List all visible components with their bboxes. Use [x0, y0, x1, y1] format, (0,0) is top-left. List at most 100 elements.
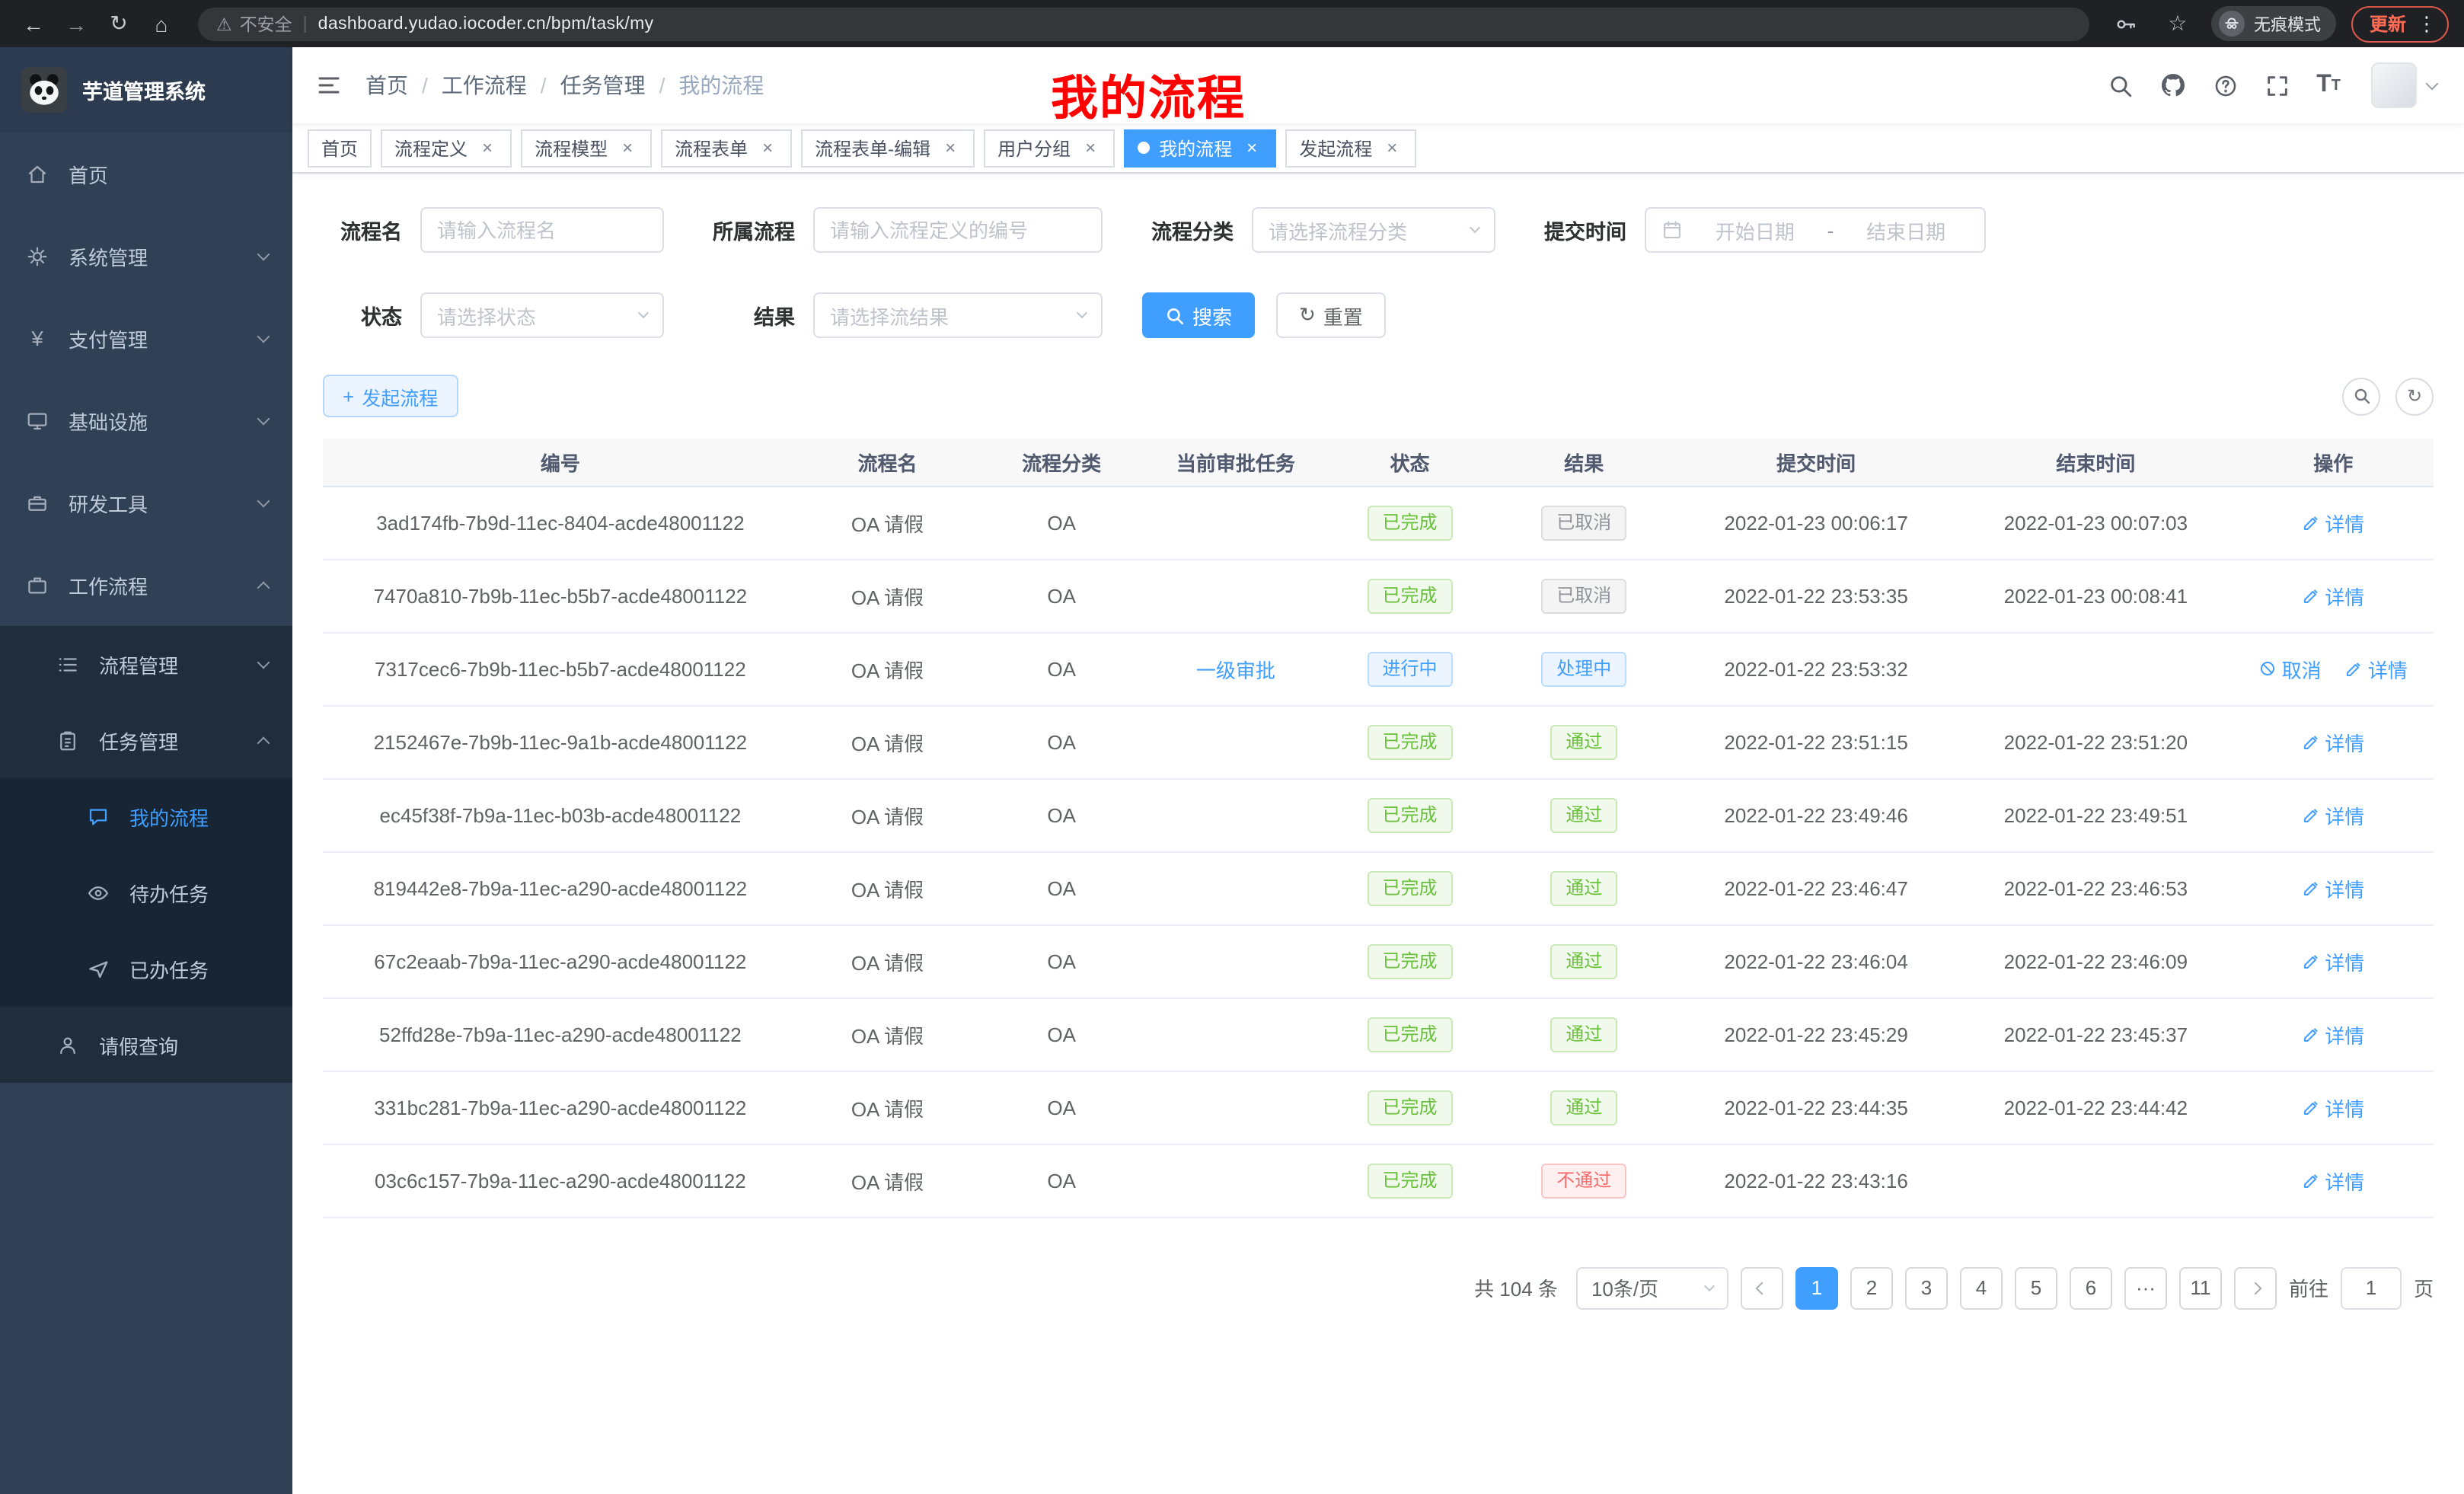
result-select[interactable]: 请选择流结果 [813, 292, 1103, 338]
tab-my-process[interactable]: 我的流程× [1124, 129, 1276, 167]
hamburger-icon[interactable] [292, 47, 365, 123]
tab-process-model[interactable]: 流程模型× [521, 129, 652, 167]
page-button-6[interactable]: 6 [2070, 1266, 2112, 1309]
security-status[interactable]: ⚠ 不安全 [216, 11, 292, 36]
password-key-icon[interactable] [2108, 5, 2144, 42]
address-bar[interactable]: ⚠ 不安全 | dashboard.yudao.iocoder.cn/bpm/t… [198, 7, 2089, 40]
cell-actions: 取消 详情 [2233, 632, 2434, 705]
font-size-icon[interactable]: TT [2316, 72, 2341, 99]
avatar[interactable] [2371, 62, 2417, 108]
detail-link[interactable]: 详情 [2302, 508, 2364, 537]
update-button[interactable]: 更新 ⋮ [2351, 5, 2449, 42]
search-button[interactable]: 搜索 [1142, 292, 1255, 338]
browser-menu-icon[interactable]: ⋮ [2417, 11, 2437, 36]
tab-process-form-edit[interactable]: 流程表单-编辑× [801, 129, 975, 167]
sidebar-item-system[interactable]: 系统管理 [0, 215, 292, 297]
detail-link[interactable]: 详情 [2302, 727, 2364, 756]
close-icon[interactable]: × [1241, 137, 1262, 158]
category-select[interactable]: 请选择流程分类 [1252, 207, 1495, 253]
cell-result: 通过 [1494, 851, 1674, 924]
breadcrumb-current: 我的流程 [678, 70, 764, 101]
app-logo[interactable]: 芋道管理系统 [0, 47, 292, 132]
page-button-3[interactable]: 3 [1905, 1266, 1948, 1309]
sidebar-item-done-tasks[interactable]: 已办任务 [0, 931, 292, 1007]
detail-link[interactable]: 详情 [2302, 581, 2364, 610]
table-row: 67c2eaab-7b9a-11ec-a290-acde48001122 OA … [323, 924, 2434, 998]
detail-link[interactable]: 详情 [2302, 1093, 2364, 1122]
sidebar-item-dev-tools[interactable]: 研发工具 [0, 461, 292, 544]
page-button-11[interactable]: 11 [2179, 1266, 2222, 1309]
tab-start-process[interactable]: 发起流程× [1285, 129, 1416, 167]
breadcrumb-item[interactable]: 任务管理 [560, 70, 646, 101]
result-badge: 处理中 [1541, 651, 1626, 686]
back-button[interactable]: ← [15, 5, 52, 42]
forward-button[interactable]: → [58, 5, 94, 42]
reset-button[interactable]: ↻ 重置 [1276, 292, 1386, 338]
cell-end-time: 2022-01-22 23:46:53 [1958, 851, 2233, 924]
sidebar-item-workflow[interactable]: 工作流程 [0, 544, 292, 626]
cell-current-task [1146, 851, 1326, 924]
detail-link[interactable]: 详情 [2345, 654, 2408, 683]
start-process-button[interactable]: + 发起流程 [323, 375, 458, 417]
help-icon[interactable] [2213, 72, 2239, 98]
close-icon[interactable]: × [757, 137, 778, 158]
cell-actions: 取消 详情 [2233, 924, 2434, 998]
cell-result: 通过 [1494, 998, 1674, 1071]
next-page-button[interactable] [2234, 1266, 2277, 1309]
home-button[interactable]: ⌂ [143, 5, 180, 42]
page-ellipsis-button[interactable]: ··· [2124, 1266, 2167, 1309]
goto-page-input[interactable] [2341, 1266, 2402, 1309]
page-size-select[interactable]: 10条/页 [1576, 1266, 1728, 1309]
detail-link[interactable]: 详情 [2302, 1166, 2364, 1195]
cell-category: OA [977, 1144, 1146, 1217]
page-button-5[interactable]: 5 [2015, 1266, 2057, 1309]
tab-process-form[interactable]: 流程表单× [661, 129, 792, 167]
tab-process-definition[interactable]: 流程定义× [381, 129, 512, 167]
cancel-link[interactable]: 取消 [2259, 654, 2322, 683]
search-icon[interactable] [2108, 72, 2134, 98]
task-link[interactable]: 一级审批 [1196, 659, 1275, 682]
edit-icon [2302, 513, 2320, 532]
breadcrumb-item[interactable]: 首页 [365, 70, 408, 101]
sidebar-item-process-management[interactable]: 流程管理 [0, 626, 292, 702]
detail-link[interactable]: 详情 [2302, 1020, 2364, 1049]
sidebar-item-task-management[interactable]: 任务管理 [0, 702, 292, 778]
sidebar-item-home[interactable]: 首页 [0, 132, 292, 215]
close-icon[interactable]: × [1080, 137, 1101, 158]
submit-time-range-picker[interactable]: 开始日期 - 结束日期 [1645, 207, 1986, 253]
page-button-1[interactable]: 1 [1795, 1266, 1838, 1309]
close-icon[interactable]: × [940, 137, 961, 158]
close-icon[interactable]: × [477, 137, 498, 158]
status-select[interactable]: 请选择状态 [420, 292, 664, 338]
tab-user-group[interactable]: 用户分组× [984, 129, 1115, 167]
github-icon[interactable] [2159, 72, 2187, 99]
result-badge: 通过 [1550, 870, 1617, 905]
bookmark-star-icon[interactable]: ☆ [2159, 5, 2196, 42]
chevron-up-icon [259, 733, 268, 747]
sidebar-item-leave-query[interactable]: 请假查询 [0, 1007, 292, 1083]
sidebar-item-payment[interactable]: ¥ 支付管理 [0, 297, 292, 379]
col-end-time: 结束时间 [1958, 439, 2233, 486]
toggle-search-button[interactable] [2342, 377, 2380, 415]
user-menu[interactable] [2371, 62, 2437, 108]
page-button-2[interactable]: 2 [1850, 1266, 1893, 1309]
result-badge: 通过 [1550, 1090, 1617, 1125]
tab-home[interactable]: 首页 [308, 129, 372, 167]
detail-link[interactable]: 详情 [2302, 800, 2364, 829]
close-icon[interactable]: × [617, 137, 638, 158]
owner-process-input[interactable] [813, 207, 1103, 253]
detail-link[interactable]: 详情 [2302, 947, 2364, 975]
cell-submit-time: 2022-01-22 23:46:04 [1674, 924, 1958, 998]
close-icon[interactable]: × [1381, 137, 1403, 158]
process-name-input[interactable] [420, 207, 664, 253]
sidebar-item-todo-tasks[interactable]: 待办任务 [0, 854, 292, 931]
page-button-4[interactable]: 4 [1960, 1266, 2003, 1309]
detail-link[interactable]: 详情 [2302, 873, 2364, 902]
reload-button[interactable]: ↻ [101, 5, 137, 42]
breadcrumb-item[interactable]: 工作流程 [442, 70, 527, 101]
prev-page-button[interactable] [1741, 1266, 1783, 1309]
refresh-table-button[interactable]: ↻ [2395, 377, 2434, 415]
sidebar-item-my-process[interactable]: 我的流程 [0, 778, 292, 854]
fullscreen-icon[interactable] [2265, 72, 2290, 98]
sidebar-item-infrastructure[interactable]: 基础设施 [0, 379, 292, 461]
